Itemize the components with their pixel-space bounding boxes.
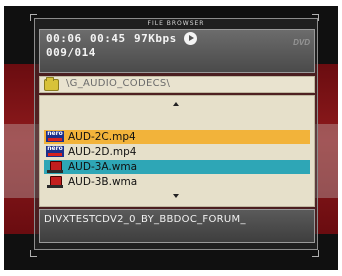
panel-title: FILE BROWSER xyxy=(147,20,205,27)
status-bar: DIVXTESTCDV2_0_BY_BBDOC_FORUM_ xyxy=(39,209,315,243)
audio-file-icon xyxy=(47,161,63,173)
file-name: AUD-3A.wma xyxy=(68,161,138,173)
audio-file-icon xyxy=(47,176,63,188)
file-name: AUD-3B.wma xyxy=(68,176,138,188)
scroll-up-icon[interactable] xyxy=(173,102,179,106)
corner-bracket xyxy=(30,250,37,257)
file-row-aud-3a[interactable]: AUD-3A.wma xyxy=(44,160,310,174)
file-row-aud-2c[interactable]: nero AUD-2C.mp4 xyxy=(44,130,310,144)
file-name: AUD-2C.mp4 xyxy=(68,131,136,143)
file-name: AUD-2D.mp4 xyxy=(68,146,137,158)
playback-info: 00:06 00:45 97Kbps 009/014 DVD xyxy=(39,29,315,73)
track-position: 009/014 xyxy=(46,46,96,59)
play-icon xyxy=(184,32,197,45)
file-browser-panel: FILE BROWSER 00:06 00:45 97Kbps 009/014 … xyxy=(34,18,318,250)
corner-bracket xyxy=(312,14,319,21)
file-row-aud-3b[interactable]: AUD-3B.wma xyxy=(44,175,310,189)
scroll-down-icon[interactable] xyxy=(173,194,179,198)
nero-file-icon: nero xyxy=(46,131,64,142)
current-path: \G_AUDIO_CODECS\ xyxy=(66,78,171,89)
bitrate: 97Kbps xyxy=(134,32,177,45)
path-bar: \G_AUDIO_CODECS\ xyxy=(39,76,315,93)
elapsed-time: 00:06 xyxy=(46,32,82,45)
file-row-aud-2d[interactable]: nero AUD-2D.mp4 xyxy=(44,145,310,159)
screen: FILE BROWSER 00:06 00:45 97Kbps 009/014 … xyxy=(4,6,338,270)
disc-label: DIVXTESTCDV2_0_BY_BBDOC_FORUM_ xyxy=(44,214,246,225)
folder-icon xyxy=(44,77,59,91)
file-list: nero AUD-2C.mp4 nero AUD-2D.mp4 AUD-3A.w… xyxy=(39,95,315,207)
dvd-logo: DVD xyxy=(293,38,310,47)
corner-bracket xyxy=(30,14,37,21)
total-time: 00:45 xyxy=(90,32,126,45)
nero-file-icon: nero xyxy=(46,146,64,157)
corner-bracket xyxy=(312,250,319,257)
